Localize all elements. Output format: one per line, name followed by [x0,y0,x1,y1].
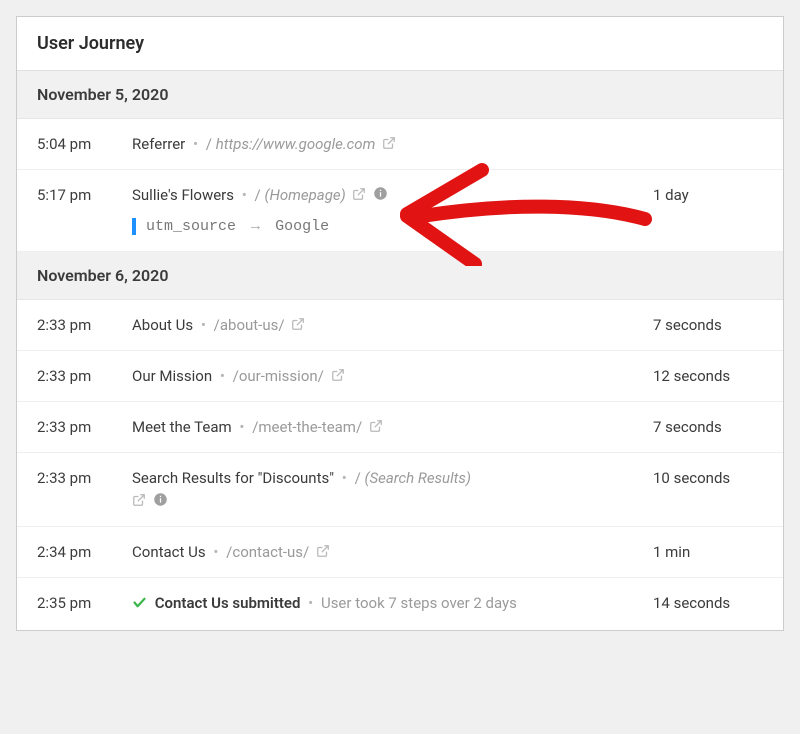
bullet: • [308,594,313,612]
journey-row: 5:17 pm Sullie's Flowers • / (Homepage) … [17,170,783,252]
row-event: Sullie's Flowers • / (Homepage) utm_sour… [132,186,653,235]
bullet: • [213,543,218,561]
event-title: Contact Us [132,543,206,561]
row-duration: 1 min [653,543,763,561]
external-link-icon[interactable] [369,419,383,433]
event-path[interactable]: (Search Results) [365,469,471,487]
row-duration: 7 seconds [653,418,763,436]
date-header: November 5, 2020 [17,71,783,119]
event-note: User took 7 steps over 2 days [321,594,517,612]
row-event: About Us • /about-us/ [132,316,653,334]
slash: / [206,135,212,153]
row-event: Contact Us submitted • User took 7 steps… [132,594,653,614]
utm-key: utm_source [146,218,236,235]
external-link-icon[interactable] [352,187,366,201]
event-title: Referrer [132,135,185,153]
date-header: November 6, 2020 [17,252,783,300]
external-link-icon[interactable] [316,544,330,558]
bullet: • [239,418,244,436]
journey-row: 2:33 pm About Us • /about-us/ 7 seconds [17,300,783,351]
bullet: • [201,316,206,334]
event-path[interactable]: /meet-the-team/ [252,418,362,436]
panel-title: User Journey [17,17,783,71]
event-title: Meet the Team [132,418,232,436]
check-icon [132,595,147,614]
external-link-icon[interactable] [382,136,396,150]
info-icon[interactable] [373,186,387,200]
row-time: 2:35 pm [37,594,132,612]
row-duration: 7 seconds [653,316,763,334]
event-title: Contact Us submitted [155,594,301,612]
event-title: Our Mission [132,367,212,385]
row-duration: 10 seconds [653,469,763,487]
row-event: Our Mission • /our-mission/ [132,367,653,385]
row-duration: 12 seconds [653,367,763,385]
row-time: 2:33 pm [37,316,132,334]
event-title: About Us [132,316,193,334]
slash: / [255,186,261,204]
event-title: Search Results for "Discounts" [132,469,334,487]
external-link-icon[interactable] [291,317,305,331]
bullet: • [220,367,225,385]
event-title: Sullie's Flowers [132,186,234,204]
row-time: 2:33 pm [37,418,132,436]
row-event: Contact Us • /contact-us/ [132,543,653,561]
row-time: 2:34 pm [37,543,132,561]
journey-row: 2:33 pm Our Mission • /our-mission/ 12 s… [17,351,783,402]
row-time: 2:33 pm [37,469,132,487]
external-link-icon[interactable] [331,368,345,382]
row-time: 5:17 pm [37,186,132,204]
row-time: 2:33 pm [37,367,132,385]
row-duration: 1 day [653,186,763,204]
utm-tag: utm_source → Google [132,216,637,235]
row-duration: 14 seconds [653,594,763,612]
event-path[interactable]: /contact-us/ [226,543,309,561]
utm-value: Google [275,218,329,235]
journey-row: 2:34 pm Contact Us • /contact-us/ 1 min [17,527,783,578]
user-journey-panel: User Journey November 5, 2020 5:04 pm Re… [16,16,784,631]
event-path[interactable]: /our-mission/ [233,367,324,385]
journey-row: 2:35 pm Contact Us submitted • User took… [17,578,783,630]
external-link-icon[interactable] [132,493,146,507]
slash: / [355,469,361,487]
row-event: Meet the Team • /meet-the-team/ [132,418,653,436]
journey-row: 2:33 pm Search Results for "Discounts" •… [17,453,783,527]
bullet: • [242,186,247,204]
journey-row: 5:04 pm Referrer • / https://www.google.… [17,119,783,170]
arrow-icon: → [251,218,260,235]
row-time: 5:04 pm [37,135,132,153]
event-path[interactable]: https://www.google.com [216,135,376,153]
bullet: • [342,469,347,487]
event-path[interactable]: (Homepage) [264,186,345,204]
info-icon[interactable] [153,492,167,506]
row-event: Search Results for "Discounts" • / (Sear… [132,469,653,510]
journey-row: 2:33 pm Meet the Team • /meet-the-team/ … [17,402,783,453]
bullet: • [193,135,198,153]
row-event: Referrer • / https://www.google.com [132,135,653,153]
event-path[interactable]: /about-us/ [214,316,285,334]
